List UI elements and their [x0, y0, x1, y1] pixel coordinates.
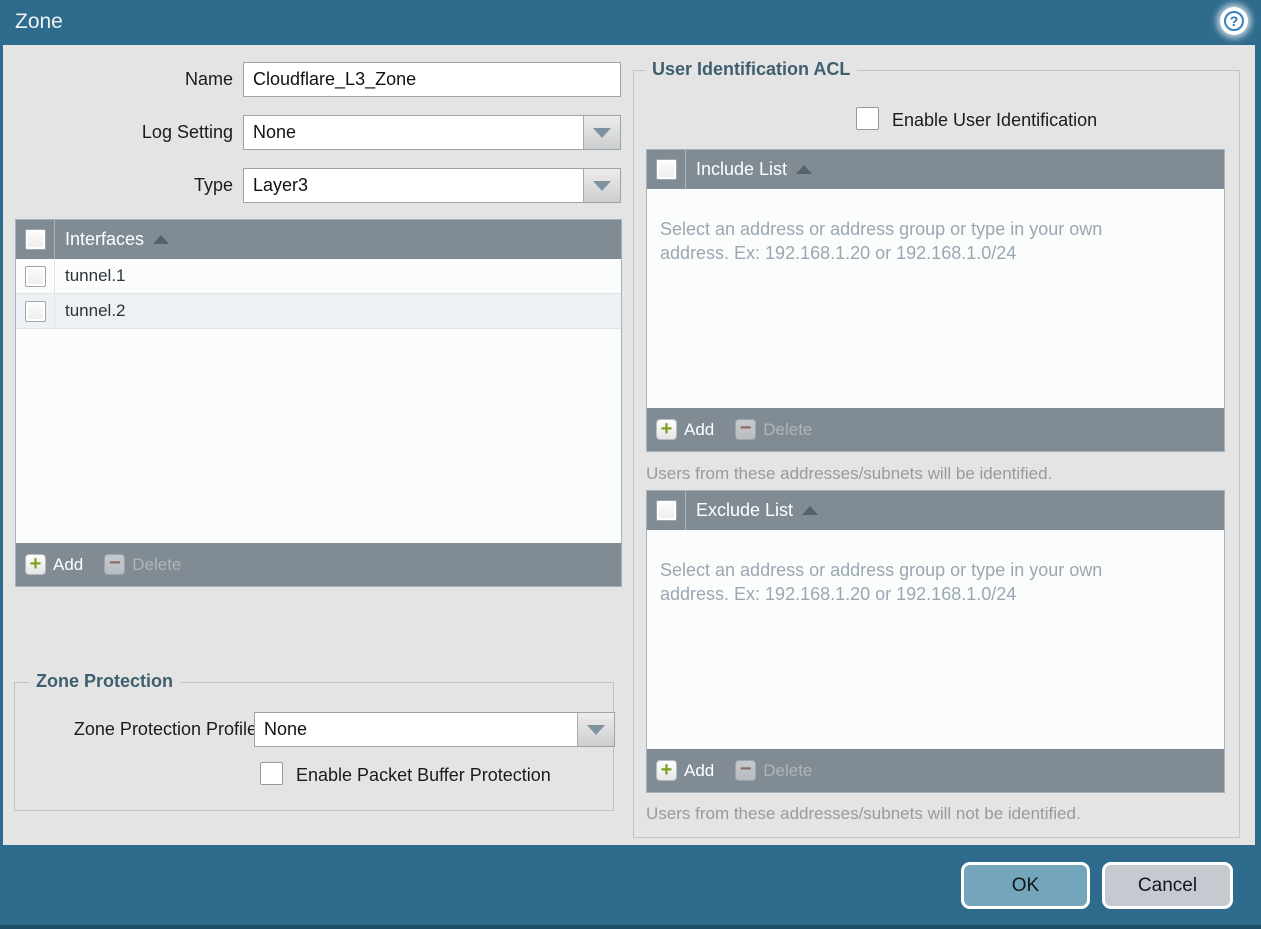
exclude-list-toolbar: + Add − Delete — [647, 749, 1224, 792]
row-checkbox-cell — [16, 259, 55, 293]
exclude-list-column-header[interactable]: Exclude List — [686, 500, 793, 521]
name-label: Name — [3, 69, 233, 90]
table-row[interactable]: tunnel.1 — [16, 259, 621, 294]
delete-minus-icon: − — [104, 554, 125, 575]
ok-button[interactable]: OK — [961, 862, 1090, 909]
dropdown-arrow-icon — [587, 725, 605, 735]
include-select-all-checkbox[interactable] — [656, 159, 677, 180]
cancel-button[interactable]: Cancel — [1102, 862, 1233, 909]
delete-button-label: Delete — [763, 420, 812, 440]
interface-name: tunnel.1 — [55, 266, 126, 286]
add-button-label: Add — [684, 761, 714, 781]
row-checkbox[interactable] — [25, 301, 46, 322]
exclude-list-caption: Users from these addresses/subnets will … — [646, 804, 1081, 824]
user-id-acl-fieldset: User Identification ACL Enable User Iden… — [633, 70, 1240, 838]
zone-dialog: Zone ? Name Log Setting None Type Layer3 — [0, 0, 1261, 929]
row-checkbox[interactable] — [25, 266, 46, 287]
help-icon: ? — [1224, 11, 1244, 31]
dialog-bottom-edge — [0, 925, 1261, 929]
header-checkbox-cell — [16, 220, 55, 259]
sort-ascending-icon[interactable] — [153, 235, 169, 244]
type-value: Layer3 — [244, 169, 583, 202]
include-list-placeholder: Select an address or address group or ty… — [647, 189, 1147, 266]
include-list-column-header[interactable]: Include List — [686, 159, 787, 180]
zone-protection-profile-label: Zone Protection Profile — [25, 719, 257, 740]
sort-ascending-icon[interactable] — [802, 506, 818, 515]
add-button-label: Add — [684, 420, 714, 440]
row-checkbox-cell — [16, 294, 55, 328]
zone-protection-profile-value: None — [255, 713, 577, 746]
packet-buffer-protection-checkbox[interactable] — [260, 762, 283, 785]
header-checkbox-cell — [647, 150, 686, 189]
zone-protection-profile-select[interactable]: None — [254, 712, 615, 747]
type-dropdown-button[interactable] — [583, 169, 620, 202]
delete-minus-icon: − — [735, 760, 756, 781]
delete-button-label: Delete — [763, 761, 812, 781]
delete-button-label: Delete — [132, 555, 181, 575]
log-setting-select[interactable]: None — [243, 115, 621, 150]
zone-protection-dropdown-button[interactable] — [577, 713, 614, 746]
interfaces-table-header: Interfaces — [16, 220, 621, 259]
interfaces-table-toolbar: + Add − Delete — [16, 543, 621, 586]
user-id-acl-legend: User Identification ACL — [645, 59, 857, 80]
delete-button[interactable]: − Delete — [735, 419, 812, 440]
dropdown-arrow-icon — [593, 181, 611, 191]
include-list-toolbar: + Add − Delete — [647, 408, 1224, 451]
add-plus-icon: + — [25, 554, 46, 575]
enable-user-identification-checkbox[interactable] — [856, 107, 879, 130]
interface-name: tunnel.2 — [55, 301, 126, 321]
sort-ascending-icon[interactable] — [796, 165, 812, 174]
log-setting-dropdown-button[interactable] — [583, 116, 620, 149]
exclude-list-table: Exclude List Select an address or addres… — [646, 490, 1225, 793]
exclude-list-header: Exclude List — [647, 491, 1224, 530]
log-setting-value: None — [244, 116, 583, 149]
delete-button[interactable]: − Delete — [104, 554, 181, 575]
add-button[interactable]: + Add — [656, 419, 714, 440]
dialog-content: Name Log Setting None Type Layer3 Interf… — [3, 45, 1255, 845]
log-setting-label: Log Setting — [3, 122, 233, 143]
include-list-body[interactable]: Select an address or address group or ty… — [647, 189, 1224, 408]
dialog-titlebar: Zone ? — [0, 0, 1261, 45]
delete-minus-icon: − — [735, 419, 756, 440]
interfaces-select-all-checkbox[interactable] — [25, 229, 46, 250]
interfaces-column-header[interactable]: Interfaces — [55, 229, 144, 250]
include-list-table: Include List Select an address or addres… — [646, 149, 1225, 452]
enable-user-identification-label: Enable User Identification — [892, 110, 1097, 131]
exclude-list-placeholder: Select an address or address group or ty… — [647, 530, 1147, 607]
include-list-header: Include List — [647, 150, 1224, 189]
add-button[interactable]: + Add — [656, 760, 714, 781]
exclude-list-body[interactable]: Select an address or address group or ty… — [647, 530, 1224, 749]
zone-protection-fieldset: Zone Protection Zone Protection Profile … — [14, 682, 614, 811]
header-checkbox-cell — [647, 491, 686, 530]
add-button-label: Add — [53, 555, 83, 575]
add-button[interactable]: + Add — [25, 554, 83, 575]
packet-buffer-protection-label: Enable Packet Buffer Protection — [296, 765, 551, 786]
type-select[interactable]: Layer3 — [243, 168, 621, 203]
name-input[interactable] — [243, 62, 621, 97]
exclude-select-all-checkbox[interactable] — [656, 500, 677, 521]
include-list-caption: Users from these addresses/subnets will … — [646, 464, 1052, 484]
interfaces-table: Interfaces tunnel.1 tunnel.2 — [15, 219, 622, 587]
dialog-title: Zone — [15, 10, 63, 34]
interfaces-table-body: tunnel.1 tunnel.2 — [16, 259, 621, 543]
zone-protection-legend: Zone Protection — [29, 671, 180, 692]
add-plus-icon: + — [656, 419, 677, 440]
type-label: Type — [3, 175, 233, 196]
dropdown-arrow-icon — [593, 128, 611, 138]
delete-button[interactable]: − Delete — [735, 760, 812, 781]
help-button[interactable]: ? — [1220, 7, 1248, 35]
add-plus-icon: + — [656, 760, 677, 781]
table-row[interactable]: tunnel.2 — [16, 294, 621, 329]
